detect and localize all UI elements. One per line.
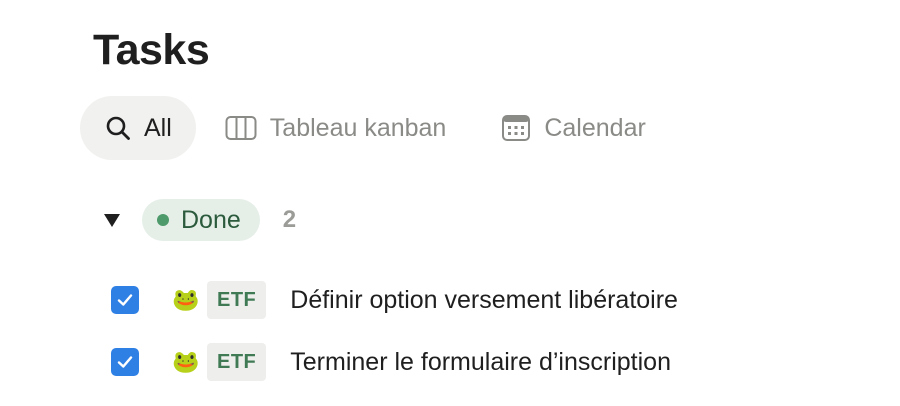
task-title[interactable]: Terminer le formulaire d’inscription bbox=[290, 348, 671, 377]
task-checkbox[interactable] bbox=[111, 348, 139, 376]
task-list: 🐸 ETF Définir option versement libératoi… bbox=[111, 278, 678, 402]
status-label: Done bbox=[181, 205, 241, 234]
tab-all[interactable]: All bbox=[80, 96, 196, 160]
caret-down-icon[interactable] bbox=[102, 210, 122, 230]
task-checkbox[interactable] bbox=[111, 286, 139, 314]
tab-all-label: All bbox=[144, 113, 172, 142]
tasks-page: Tasks All Tableau kanban Calendar Done 2… bbox=[0, 0, 900, 406]
task-tag[interactable]: ETF bbox=[207, 281, 267, 319]
group-count: 2 bbox=[282, 206, 297, 233]
status-dot bbox=[157, 214, 169, 226]
tab-tableau-kanban-label: Tableau kanban bbox=[269, 113, 447, 142]
board-columns-icon bbox=[225, 115, 257, 141]
checkmark-icon bbox=[117, 294, 133, 306]
frog-emoji-icon: 🐸 bbox=[172, 287, 200, 312]
tab-calendar[interactable]: Calendar bbox=[501, 96, 646, 160]
status-pill[interactable]: Done bbox=[142, 199, 260, 241]
page-title: Tasks bbox=[93, 26, 210, 74]
tab-tableau-kanban[interactable]: Tableau kanban bbox=[225, 96, 447, 160]
task-tag[interactable]: ETF bbox=[207, 343, 267, 381]
view-tabs: All Tableau kanban Calendar bbox=[80, 96, 646, 160]
tab-calendar-label: Calendar bbox=[544, 113, 646, 142]
task-title[interactable]: Définir option versement libératoire bbox=[290, 286, 678, 315]
checkmark-icon bbox=[117, 356, 133, 368]
group-header-done: Done 2 bbox=[102, 199, 296, 241]
calendar-icon bbox=[501, 114, 531, 142]
search-icon bbox=[105, 115, 131, 141]
task-row[interactable]: 🐸 ETF Définir option versement libératoi… bbox=[111, 278, 678, 322]
task-row[interactable]: 🐸 ETF Terminer le formulaire d’inscripti… bbox=[111, 340, 678, 384]
frog-emoji-icon: 🐸 bbox=[172, 349, 200, 374]
